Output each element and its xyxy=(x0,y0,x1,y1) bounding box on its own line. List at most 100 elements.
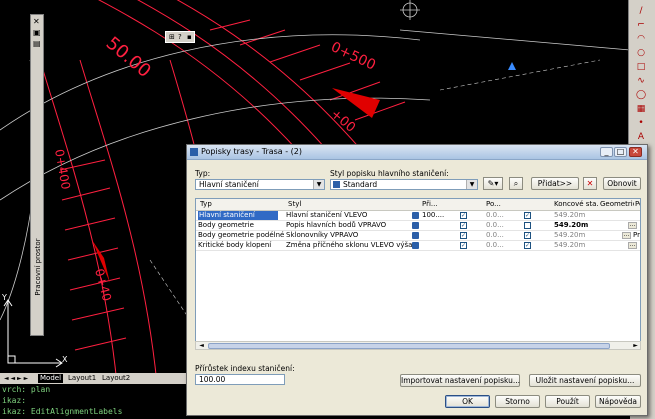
style-icon xyxy=(412,212,419,219)
import-settings-button[interactable]: Importovat nastavení popisku... xyxy=(400,374,520,387)
scrollbar-thumb[interactable] xyxy=(208,343,610,349)
increment-label: Přírůstek indexu staničení: xyxy=(195,364,295,373)
visible-checkbox[interactable]: ✓ xyxy=(460,242,467,249)
tab-layout2[interactable]: Layout2 xyxy=(100,374,132,383)
delete-icon[interactable]: ✕ xyxy=(583,177,597,190)
row-type: Body geometrie xyxy=(198,221,254,229)
close-icon[interactable]: ✕ xyxy=(33,18,42,26)
visible-checkbox[interactable]: ✓ xyxy=(460,212,467,219)
style-icon xyxy=(412,222,419,229)
type-select[interactable]: Hlavní staničení ▼ xyxy=(195,179,325,190)
column-header[interactable]: Při... xyxy=(422,200,452,208)
style-edit-button[interactable]: ✎▾ xyxy=(483,177,503,190)
cancel-button[interactable]: Storno xyxy=(495,395,540,408)
refresh-button[interactable]: Obnovit xyxy=(603,177,641,190)
table-row[interactable]: Body geometrie Popis hlavních bodů VPRAV… xyxy=(196,221,640,231)
style-select[interactable]: Standard ▼ xyxy=(330,179,478,190)
toolbar-circle-icon[interactable]: ○ xyxy=(635,48,647,58)
chevron-down-icon: ▼ xyxy=(466,180,477,189)
style-preview-button[interactable]: ⌕ xyxy=(509,177,523,190)
properties-icon[interactable]: ▤ xyxy=(33,40,42,48)
labels-table: Typ Styl Při... Po... Koncové sta... Geo… xyxy=(195,198,641,350)
style-icon xyxy=(333,181,340,188)
save-settings-button[interactable]: Uložit nastavení popisku... xyxy=(529,374,641,387)
help-button[interactable]: Nápověda xyxy=(595,395,641,408)
toolbar-rectangle-icon[interactable]: □ xyxy=(635,62,647,72)
style-label: Styl popisku hlavního staničení: xyxy=(330,169,449,178)
chevron-right-icon[interactable]: ► xyxy=(631,342,640,349)
row-type: Kritické body klopení xyxy=(198,241,272,249)
increment-input[interactable]: 100.00 xyxy=(195,374,285,385)
row-style: Popis hlavních bodů VPRAVO xyxy=(286,221,387,229)
ellipsis-button[interactable]: ... xyxy=(628,242,637,249)
style-icon xyxy=(412,232,419,239)
row-po: 0.0... xyxy=(486,241,504,249)
tab-model[interactable]: Model xyxy=(38,374,64,383)
maximize-icon[interactable]: □ xyxy=(614,147,627,157)
type-label: Typ: xyxy=(195,169,211,178)
column-header[interactable]: Styl xyxy=(288,200,408,208)
checkbox[interactable]: ✓ xyxy=(524,212,531,219)
row-end: 549.20m xyxy=(554,231,586,239)
visible-checkbox[interactable]: ✓ xyxy=(460,222,467,229)
chevron-down-icon: ▼ xyxy=(313,180,324,189)
row-style: Hlavní staničení VLEVO xyxy=(286,211,368,219)
ellipsis-button[interactable]: ... xyxy=(628,222,637,229)
dialog-title: Popisky trasy - Trasa - (2) xyxy=(201,147,303,156)
row-end: 549.20m xyxy=(554,211,586,219)
apply-button[interactable]: Použít xyxy=(545,395,590,408)
style-icon xyxy=(412,242,419,249)
row-extra: Pro xyxy=(633,231,640,239)
app-icon xyxy=(190,148,198,156)
row-end: 549.20m xyxy=(554,241,586,249)
checkbox[interactable]: ✓ xyxy=(524,232,531,239)
column-header[interactable]: Koncové sta... xyxy=(554,200,598,208)
tab-layout1[interactable]: Layout1 xyxy=(66,374,98,383)
toolbar-polyline-icon[interactable]: ⌐ xyxy=(635,20,647,30)
row-value: 100.... xyxy=(422,211,445,219)
visible-checkbox[interactable]: ✓ xyxy=(460,232,467,239)
help-icon[interactable]: ? xyxy=(178,32,182,42)
column-header[interactable]: Typ xyxy=(200,200,280,208)
table-row[interactable]: Kritické body klopení Změna příčného skl… xyxy=(196,241,640,251)
toolbar-ellipse-icon[interactable]: ◯ xyxy=(635,90,647,100)
dialog-titlebar[interactable]: Popisky trasy - Trasa - (2) _ □ ✕ xyxy=(187,145,647,160)
ok-button[interactable]: OK xyxy=(445,395,490,408)
table-horizontal-scrollbar[interactable]: ◄ ► xyxy=(195,341,641,350)
close-icon[interactable]: ✕ xyxy=(629,147,642,157)
chevron-left-icon[interactable]: ◄ xyxy=(197,342,206,349)
column-header[interactable]: Po... xyxy=(486,200,516,208)
toolbar-extra-icon[interactable]: ▪ xyxy=(187,32,192,42)
row-style: Změna příčného sklonu VLEVO výšař xyxy=(286,241,412,249)
tab-nav-icon[interactable]: ◄ ◄ ► ► xyxy=(2,374,30,383)
checkbox[interactable] xyxy=(524,222,531,229)
ellipsis-button[interactable]: ... xyxy=(622,232,631,239)
svg-text:X: X xyxy=(62,355,68,364)
toolbar-text-icon[interactable]: A xyxy=(635,132,647,142)
row-po: 0.0... xyxy=(486,231,504,239)
table-row[interactable]: Body geometrie podélného ... Sklonovníky… xyxy=(196,231,640,241)
toolbar-arc-icon[interactable]: ◠ xyxy=(635,34,647,44)
workspace-palette: ✕ ▣ ▤ Pracovní prostor xyxy=(30,14,44,336)
row-style: Sklonovníky VPRAVO xyxy=(286,231,359,239)
pin-icon[interactable]: ▣ xyxy=(33,29,42,37)
row-po: 0.0... xyxy=(486,211,504,219)
row-type: Body geometrie podélného ... xyxy=(198,231,284,239)
column-header[interactable]: Po xyxy=(635,200,640,208)
row-end: 549.20m xyxy=(554,221,589,229)
minimize-icon[interactable]: _ xyxy=(600,147,613,157)
toolbar-point-icon[interactable]: • xyxy=(635,118,647,128)
toolbar-line-icon[interactable]: / xyxy=(635,6,647,16)
add-button[interactable]: Přidat>> xyxy=(531,177,579,190)
alignment-labels-dialog: Popisky trasy - Trasa - (2) _ □ ✕ Typ: H… xyxy=(186,144,648,416)
snap-icon[interactable]: ⊞ xyxy=(169,32,175,42)
table-row[interactable]: Hlavní staničení Hlavní staničení VLEVO … xyxy=(196,211,640,221)
toolbar-hatch-icon[interactable]: ▦ xyxy=(635,104,647,114)
column-header[interactable]: Geometrické... xyxy=(600,200,634,208)
checkbox[interactable]: ✓ xyxy=(524,242,531,249)
row-type: Hlavní staničení xyxy=(198,211,278,220)
table-header: Typ Styl Při... Po... Koncové sta... Geo… xyxy=(196,199,640,211)
toolbar-spline-icon[interactable]: ∿ xyxy=(635,76,647,86)
svg-text:Y: Y xyxy=(1,293,7,302)
mini-toolbar: ⊞ ? ▪ xyxy=(165,31,195,43)
